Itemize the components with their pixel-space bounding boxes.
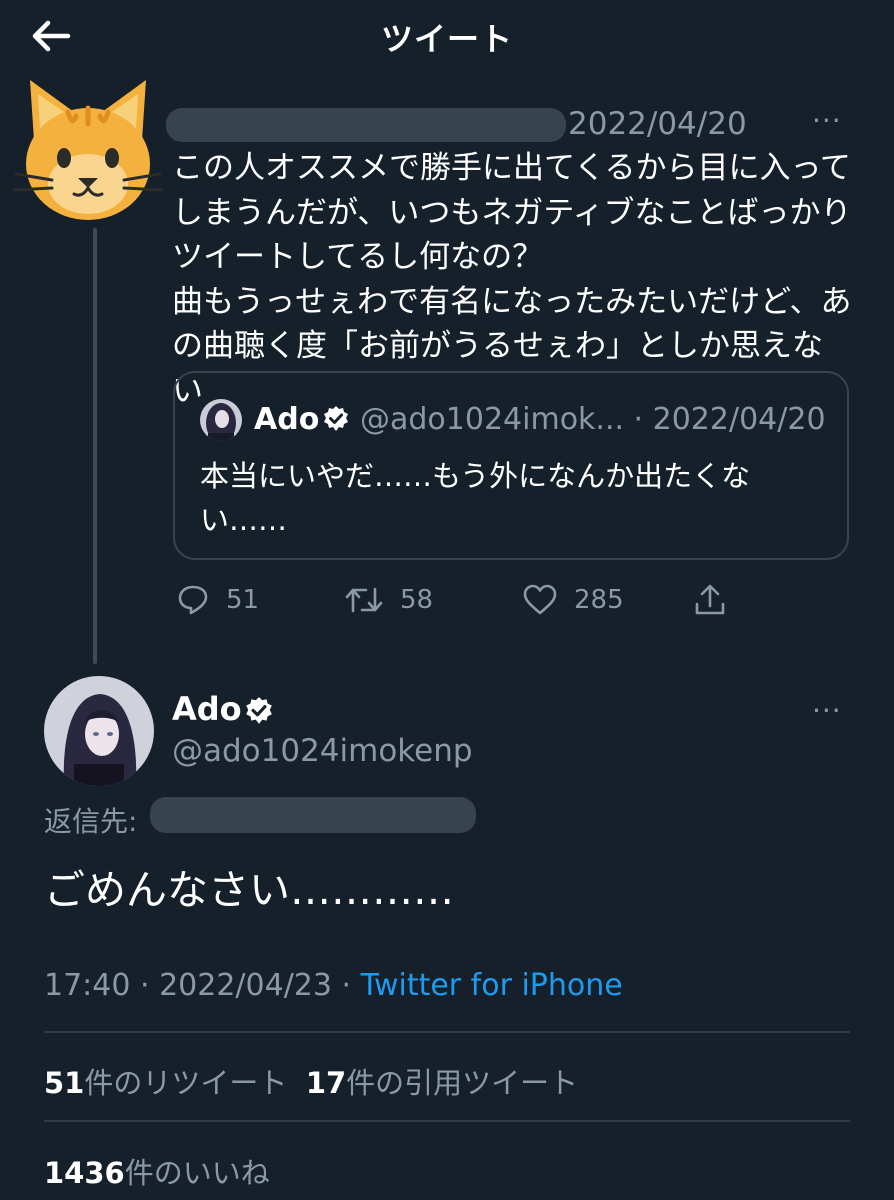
- like-total: 1436: [44, 1156, 125, 1190]
- divider: [44, 1031, 850, 1033]
- retweet-total: 51: [44, 1066, 85, 1100]
- avatar: [200, 399, 242, 441]
- quoted-author-name: Ado: [254, 402, 320, 437]
- retweet-quote-stats: 51件のリツイート 17件の引用ツイート: [44, 1060, 578, 1102]
- share-icon: [695, 584, 725, 615]
- quotes-link[interactable]: 17件の引用ツイート: [306, 1066, 578, 1100]
- share-button[interactable]: [692, 582, 728, 618]
- author-name: Ado: [172, 690, 242, 728]
- tweet-text: ごめんなさい…………: [44, 866, 454, 914]
- cat-face-icon[interactable]: [12, 72, 164, 224]
- more-options-button[interactable]: ···: [812, 694, 842, 727]
- reply-count: 51: [226, 585, 260, 615]
- quoted-body: 本当にいやだ……もう外になんか出たくな い……: [200, 459, 751, 537]
- time-date: 17:40 · 2022/04/23 ·: [44, 968, 361, 1003]
- tweet-date: 2022/04/20: [568, 106, 747, 142]
- redacted-username: [166, 108, 566, 142]
- retweet-button[interactable]: 58: [344, 582, 433, 618]
- reply-to-label: 返信先:: [44, 805, 138, 838]
- verified-badge-icon: [322, 405, 350, 433]
- reply-button[interactable]: 51: [176, 582, 259, 618]
- retweet-count: 58: [400, 585, 434, 615]
- verified-badge-icon: [244, 696, 274, 726]
- retweet-label: 件のリツイート: [84, 1066, 288, 1100]
- reply-icon: [178, 585, 208, 615]
- likes-link[interactable]: 1436件のいいね: [44, 1150, 270, 1192]
- more-options-button[interactable]: ···: [812, 104, 842, 137]
- page-title: ツイート: [380, 20, 513, 58]
- tweet-meta: 17:40 · 2022/04/23 · Twitter for iPhone: [44, 968, 623, 1003]
- quote-label: 件の引用ツイート: [346, 1066, 579, 1100]
- heart-icon: [523, 584, 557, 615]
- thread-connector: [93, 228, 97, 664]
- retweet-icon: [345, 587, 383, 613]
- source-link[interactable]: Twitter for iPhone: [361, 968, 623, 1003]
- quoted-handle-date: @ado1024imok... · 2022/04/20: [360, 402, 826, 437]
- retweets-link[interactable]: 51件のリツイート: [44, 1066, 287, 1100]
- like-button[interactable]: 285: [522, 582, 624, 618]
- avatar[interactable]: [44, 676, 154, 786]
- quote-total: 17: [305, 1066, 347, 1100]
- like-count: 285: [574, 585, 624, 615]
- author-handle: @ado1024imokenp: [172, 733, 473, 769]
- redacted-username: [150, 797, 476, 833]
- like-label: 件のいいね: [124, 1156, 270, 1190]
- divider: [44, 1120, 850, 1122]
